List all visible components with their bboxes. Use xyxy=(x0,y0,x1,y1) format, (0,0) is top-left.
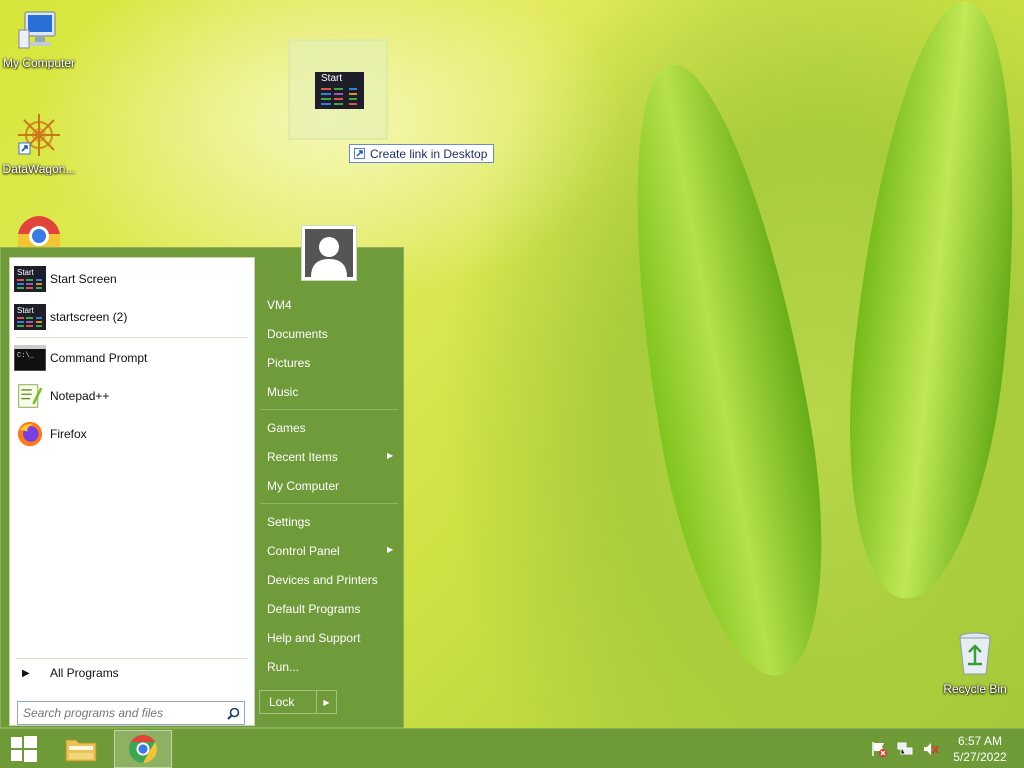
submenu-arrow-icon: ▶ xyxy=(387,451,394,460)
taskbar-chrome[interactable] xyxy=(114,730,172,768)
menu-item-pictures-label: Pictures xyxy=(267,356,311,370)
pinned-item-label: startscreen (2) xyxy=(50,310,128,324)
desktop-icon-label: My Computer xyxy=(2,56,76,70)
recent-item-command-prompt[interactable]: C:\_ Command Prompt xyxy=(14,341,250,375)
svg-text:Start: Start xyxy=(17,268,35,277)
menu-item-my-computer[interactable]: My Computer xyxy=(267,479,339,493)
user-icon xyxy=(311,237,347,277)
start-menu: Start Start Screen Start startscreen (2) xyxy=(0,225,404,728)
all-programs-button[interactable]: ▶ All Programs xyxy=(14,656,250,690)
recent-item-label: Command Prompt xyxy=(50,351,148,365)
desktop-icon-label: DataWagon... xyxy=(2,162,76,176)
menu-item-documents[interactable]: Documents xyxy=(267,327,328,341)
pinned-item-label: Start Screen xyxy=(50,272,117,286)
wallpaper-leaf-left xyxy=(597,51,853,689)
taskbar-clock[interactable]: 6:57 AM 5/27/2022 xyxy=(944,733,1016,765)
shortcut-arrow-icon xyxy=(354,148,365,159)
datawagon-icon xyxy=(18,114,60,156)
clock-time: 6:57 AM xyxy=(957,734,1003,748)
desktop-icon-label: Recycle Bin xyxy=(943,682,1007,696)
menu-item-run-label: Run... xyxy=(267,660,300,674)
svg-text:C:\_: C:\_ xyxy=(17,352,35,360)
wallpaper-leaf-right xyxy=(829,0,1024,607)
menu-item-recent-items[interactable]: Recent Items ▶ xyxy=(267,450,393,464)
drag-tooltip-text: Create link in Desktop xyxy=(370,146,488,161)
menu-item-games-label: Games xyxy=(267,421,306,435)
drag-preview-tile: Start xyxy=(288,39,388,140)
start-screen-icon: Start xyxy=(14,304,46,330)
start-screen-icon: Start xyxy=(14,266,46,292)
user-avatar[interactable] xyxy=(301,225,357,281)
menu-separator xyxy=(260,409,398,410)
search-icon[interactable] xyxy=(222,702,244,724)
lock-options-arrow-icon[interactable]: ▶ xyxy=(316,691,336,713)
menu-item-run[interactable]: Run... xyxy=(267,660,299,674)
menu-item-devices-printers[interactable]: Devices and Printers xyxy=(267,573,378,587)
notepadpp-icon xyxy=(18,384,43,408)
recent-item-label: Notepad++ xyxy=(50,389,110,403)
taskbar-file-explorer[interactable] xyxy=(52,730,110,768)
recent-item-notepadpp[interactable]: Notepad++ xyxy=(14,379,250,413)
menu-item-documents-label: Documents xyxy=(267,327,328,341)
menu-separator xyxy=(260,503,398,504)
taskbar: 6:57 AM 5/27/2022 xyxy=(0,728,1024,768)
all-programs-label: All Programs xyxy=(50,666,119,680)
recent-item-firefox[interactable]: Firefox xyxy=(14,417,250,451)
clock-date: 5/27/2022 xyxy=(953,750,1007,764)
pinned-item-startscreen-2[interactable]: Start startscreen (2) xyxy=(14,300,250,334)
lock-button[interactable]: Lock ▶ xyxy=(259,690,337,714)
pinned-item-start-screen[interactable]: Start Start Screen xyxy=(14,262,250,296)
drag-tooltip: Create link in Desktop xyxy=(349,144,495,163)
menu-item-devices-printers-label: Devices and Printers xyxy=(267,573,378,587)
volume-muted-icon[interactable] xyxy=(922,741,940,757)
action-center-flag-icon[interactable] xyxy=(870,741,888,757)
svg-text:Start: Start xyxy=(17,306,35,315)
menu-item-help-support[interactable]: Help and Support xyxy=(267,631,360,645)
network-icon[interactable] xyxy=(896,741,914,757)
menu-item-user[interactable]: VM4 xyxy=(267,298,292,312)
desktop-icon-recycle-bin[interactable]: Recycle Bin xyxy=(937,630,1013,696)
menu-item-pictures[interactable]: Pictures xyxy=(267,356,310,370)
menu-item-default-programs[interactable]: Default Programs xyxy=(267,602,360,616)
menu-item-music[interactable]: Music xyxy=(267,385,298,399)
menu-item-my-computer-label: My Computer xyxy=(267,479,340,493)
menu-item-control-panel[interactable]: Control Panel ▶ xyxy=(267,544,393,558)
system-tray xyxy=(870,741,940,757)
search-box xyxy=(17,701,245,725)
search-input[interactable] xyxy=(23,706,222,720)
computer-icon xyxy=(18,11,56,49)
start-screen-grid-icon xyxy=(321,88,357,105)
recent-item-label: Firefox xyxy=(50,427,87,441)
chrome-icon xyxy=(18,216,60,248)
windows-logo-icon xyxy=(11,736,37,762)
menu-item-settings[interactable]: Settings xyxy=(267,515,310,529)
start-screen-thumbnail: Start xyxy=(315,72,364,109)
all-programs-arrow-icon: ▶ xyxy=(22,667,30,679)
chrome-icon xyxy=(129,735,157,763)
start-menu-programs-pane: Start Start Screen Start startscreen (2) xyxy=(9,257,255,726)
menu-item-control-panel-label: Control Panel xyxy=(267,544,340,558)
submenu-arrow-icon: ▶ xyxy=(387,545,394,554)
desktop-icon-my-computer[interactable]: My Computer xyxy=(1,10,77,70)
folder-icon xyxy=(65,739,97,762)
recycle-bin-icon xyxy=(959,632,991,675)
menu-item-help-support-label: Help and Support xyxy=(267,631,361,645)
menu-item-default-programs-label: Default Programs xyxy=(267,602,361,616)
pinned-separator xyxy=(16,337,248,338)
firefox-icon xyxy=(17,421,43,447)
menu-item-user-label: VM4 xyxy=(267,298,292,312)
cmd-icon: C:\_ xyxy=(14,345,46,371)
menu-item-games[interactable]: Games xyxy=(267,421,306,435)
menu-item-music-label: Music xyxy=(267,385,299,399)
menu-item-recent-items-label: Recent Items xyxy=(267,450,338,464)
desktop-icon-datawagon[interactable]: DataWagon... xyxy=(1,112,77,176)
lock-button-label: Lock xyxy=(269,695,295,709)
menu-item-settings-label: Settings xyxy=(267,515,311,529)
start-button[interactable] xyxy=(0,730,48,768)
